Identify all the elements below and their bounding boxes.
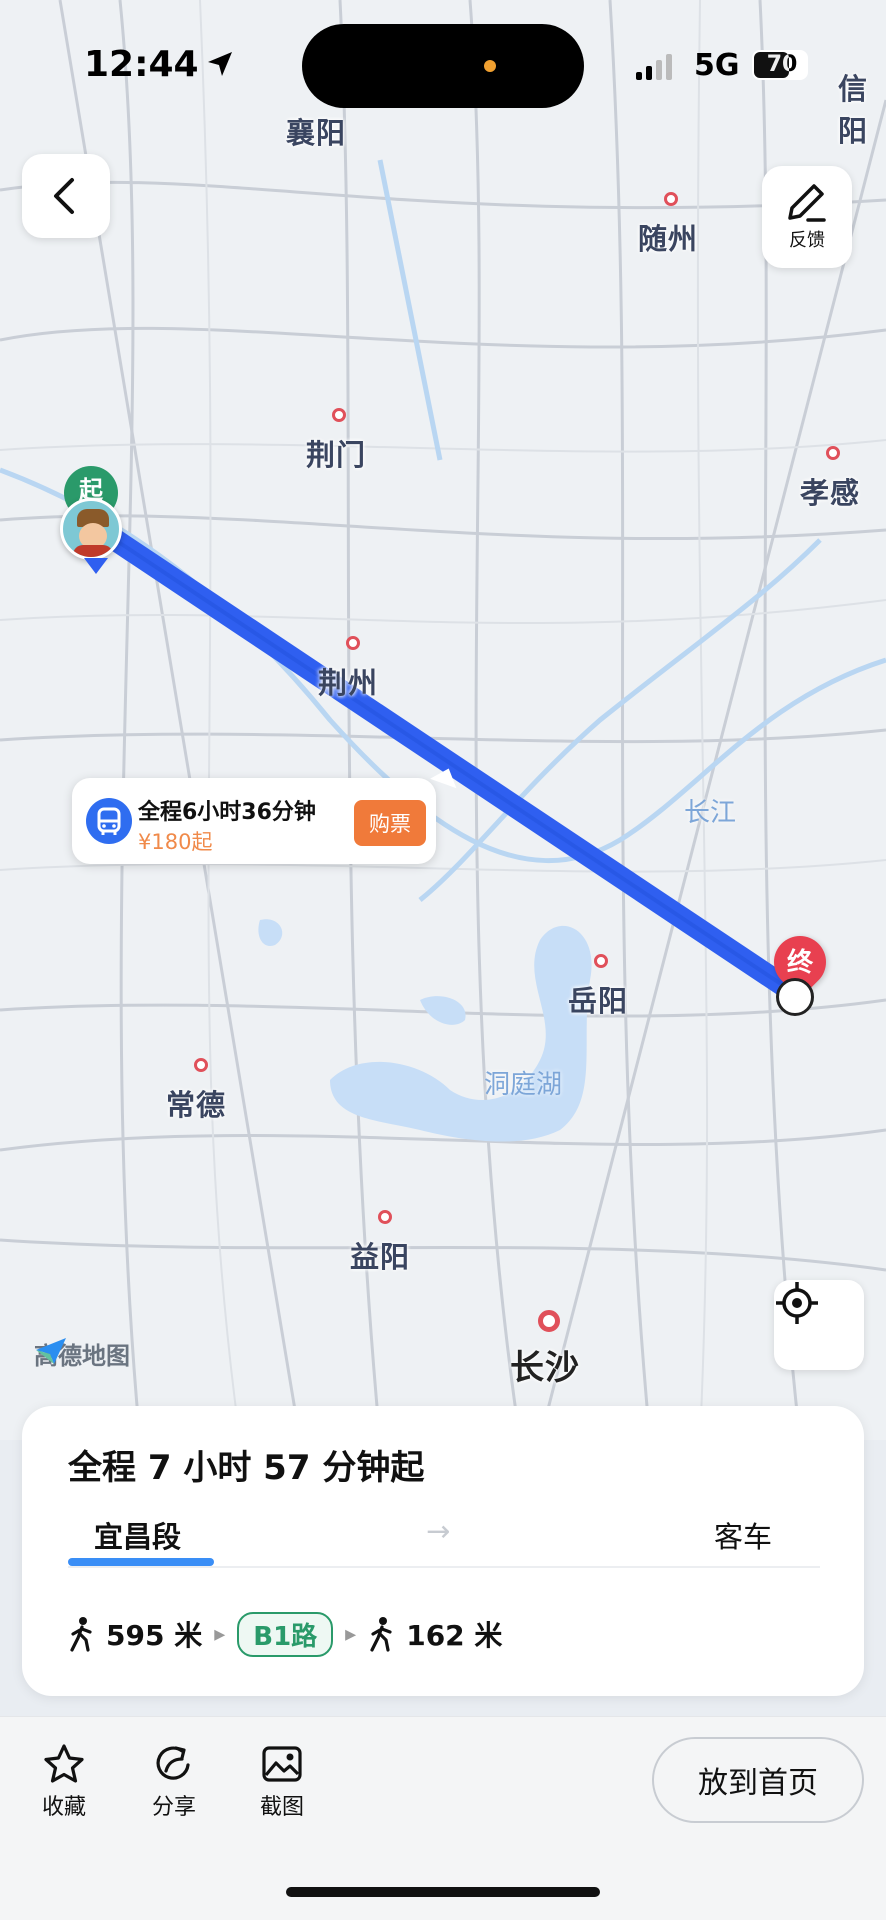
- city-dot: [378, 1210, 392, 1224]
- status-time: 12:44: [84, 44, 199, 85]
- route-steps[interactable]: 595 米 ▸ B1路 ▸ 162 米: [68, 1611, 503, 1657]
- bus-icon: [86, 798, 132, 844]
- location-pointer-icon: [84, 558, 108, 574]
- city-dot: [594, 954, 608, 968]
- share-icon: [156, 1746, 190, 1780]
- walk-icon: [370, 1617, 392, 1652]
- image-icon: [262, 1746, 302, 1782]
- city-label: 岳阳: [568, 984, 629, 1018]
- amap-logo: 高德地图: [34, 1336, 130, 1371]
- city-label: 孝感: [800, 476, 861, 510]
- chevron-right-icon: ▸: [345, 1621, 357, 1647]
- city-label: 荆门: [306, 438, 367, 472]
- favorite-label: 收藏: [42, 1795, 87, 1820]
- screenshot-button[interactable]: 截图: [260, 1743, 304, 1821]
- feedback-button[interactable]: 反馈: [762, 166, 852, 268]
- locate-button[interactable]: [774, 1280, 864, 1370]
- end-label: 终: [786, 948, 813, 978]
- city-dot: [826, 446, 840, 460]
- city-dot: [332, 408, 346, 422]
- back-button[interactable]: [22, 154, 110, 238]
- city-label: 益阳: [350, 1240, 411, 1274]
- location-arrow-icon: [208, 52, 232, 76]
- tab-segment-to[interactable]: 客车: [714, 1514, 772, 1556]
- walk-icon: [70, 1617, 92, 1652]
- feedback-label: 反馈: [789, 230, 825, 251]
- amap-logo-icon: [36, 1338, 66, 1364]
- city-label: 荆州: [318, 666, 379, 700]
- ticket-title: 全程6小时36分钟: [138, 800, 316, 825]
- screenshot-label: 截图: [260, 1795, 305, 1820]
- ticket-price: ¥180起: [138, 830, 213, 854]
- city-label: 随州: [638, 222, 699, 256]
- city-dot: [194, 1058, 208, 1072]
- map-canvas: [0, 0, 886, 1440]
- map-view[interactable]: 襄阳 随州 荆门 孝感 荆州 岳阳 常德 益阳 长沙 信阳 长江 洞庭湖 起 终…: [0, 0, 886, 1440]
- dynamic-island: [302, 24, 584, 108]
- locate-icon: [776, 1282, 818, 1324]
- segment-arrow: →: [426, 1514, 451, 1548]
- walk-distance-2: 162 米: [406, 1619, 503, 1652]
- water-label: 洞庭湖: [484, 1070, 563, 1100]
- signal-icon: [636, 54, 672, 80]
- capital-dot: [538, 1310, 560, 1332]
- city-dot: [346, 636, 360, 650]
- add-to-home-button[interactable]: 放到首页: [652, 1737, 864, 1823]
- tab-divider: [68, 1566, 820, 1568]
- chevron-left-icon: [54, 178, 74, 214]
- battery-icon: 70: [752, 50, 808, 80]
- favorite-button[interactable]: 收藏: [42, 1743, 86, 1821]
- share-button[interactable]: 分享: [152, 1743, 196, 1821]
- privacy-indicator: [484, 60, 496, 72]
- status-bar: 12:44 5G 70: [0, 0, 886, 120]
- tab-segment-from[interactable]: 宜昌段: [94, 1514, 181, 1556]
- route-panel[interactable]: 全程 7 小时 57 分钟起 宜昌段 → 客车 595 米 ▸ B1路 ▸ 16…: [22, 1406, 864, 1696]
- home-indicator: [286, 1887, 600, 1897]
- edit-icon: [788, 184, 826, 222]
- battery-level: 70: [766, 52, 798, 77]
- buy-ticket-button[interactable]: 购票: [354, 800, 426, 846]
- route-title: 全程 7 小时 57 分钟起: [68, 1448, 425, 1488]
- city-label: 常德: [166, 1088, 227, 1122]
- walk-distance-1: 595 米: [106, 1619, 203, 1652]
- network-type: 5G: [694, 48, 740, 83]
- bus-line-badge: B1路: [237, 1611, 334, 1657]
- avatar[interactable]: [60, 498, 122, 560]
- tab-indicator: [68, 1558, 214, 1566]
- bottom-toolbar: 收藏 分享 截图 放到首页: [0, 1716, 886, 1920]
- end-point-icon: [776, 978, 814, 1016]
- ticket-card[interactable]: 全程6小时36分钟 ¥180起 购票: [72, 763, 462, 864]
- star-icon: [44, 1744, 84, 1783]
- water-label: 长江: [684, 798, 737, 828]
- share-label: 分享: [152, 1795, 197, 1820]
- city-dot: [664, 192, 678, 206]
- chevron-right-icon: ▸: [214, 1621, 226, 1647]
- city-label: 长沙: [510, 1348, 580, 1388]
